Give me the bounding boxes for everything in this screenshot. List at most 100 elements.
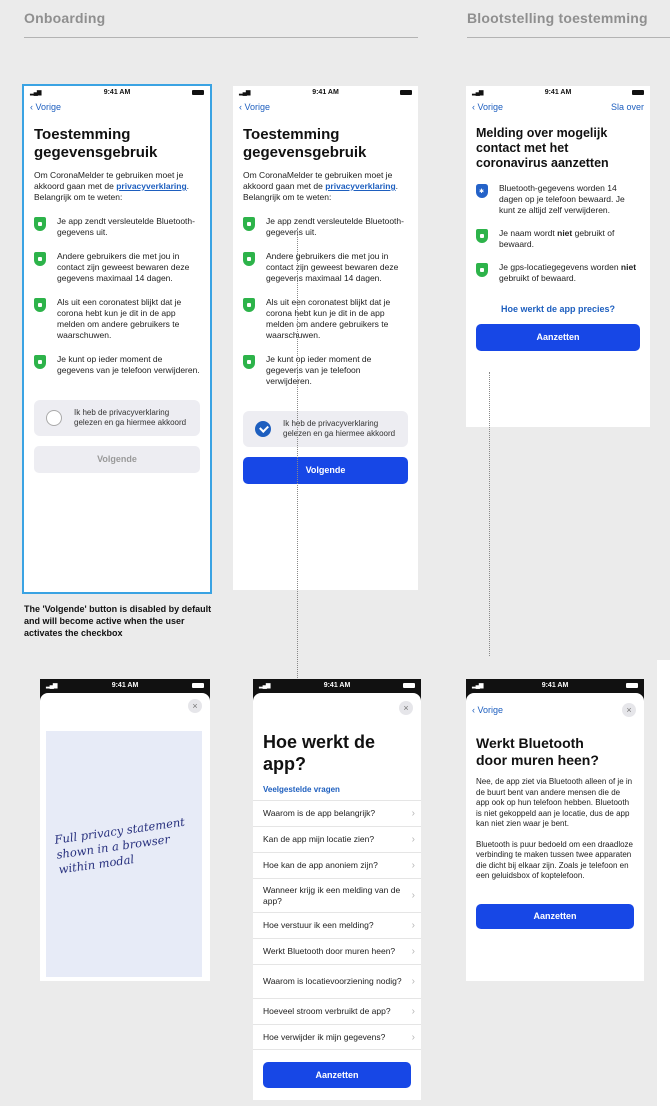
back-button[interactable]: ‹ Vorige bbox=[472, 102, 503, 112]
faq-question: Hoeveel stroom verbruikt de app? bbox=[263, 1006, 391, 1016]
back-button[interactable]: ‹ Vorige bbox=[30, 102, 61, 112]
back-label: Vorige bbox=[477, 705, 504, 715]
bullet-text: Je kunt op ieder moment de gegevens van … bbox=[266, 354, 372, 386]
bullet-text: Je naam wordt niet gebruikt of bewaard. bbox=[499, 228, 640, 250]
bullet-text: Als uit een coronatest blijkt dat je cor… bbox=[57, 297, 182, 340]
shield-lock-icon bbox=[476, 263, 488, 277]
section-title-onboarding: Onboarding bbox=[24, 10, 106, 26]
faq-item[interactable]: Waarom is de app belangrijk? › bbox=[253, 800, 421, 826]
answer-paragraph: Bluetooth is puur bedoeld om een draadlo… bbox=[476, 839, 633, 881]
consent-checkbox[interactable] bbox=[46, 410, 62, 426]
faq-item[interactable]: Waarom is locatievoorziening nodig? › bbox=[253, 964, 421, 998]
list-item: Andere gebruikers die met jou in contact… bbox=[24, 251, 210, 284]
bluetooth-shield-icon bbox=[476, 184, 488, 198]
chevron-right-icon: › bbox=[411, 1031, 415, 1043]
battery-icon bbox=[192, 683, 204, 688]
list-item: Andere gebruikers die met jou in contact… bbox=[233, 251, 418, 284]
bullet-text: Je gps-locatiegegevens worden niet gebru… bbox=[499, 262, 640, 284]
status-time: 9:41 AM bbox=[111, 682, 139, 689]
chevron-right-icon: › bbox=[411, 920, 415, 931]
status-time: 9:41 AM bbox=[544, 89, 572, 96]
side-panel-edge bbox=[657, 660, 670, 1106]
status-time: 9:41 AM bbox=[103, 89, 131, 96]
back-button[interactable]: ‹ Vorige bbox=[239, 102, 270, 112]
consent-label: Ik heb de privacyverklaring gelezen en g… bbox=[74, 408, 187, 427]
faq-item[interactable]: Wanneer krijg ik een melding van de app?… bbox=[253, 878, 421, 912]
consent-box[interactable]: Ik heb de privacyverklaring gelezen en g… bbox=[243, 411, 408, 447]
modal-sheet: ‹ Vorige × Werkt Bluetooth door muren he… bbox=[466, 693, 644, 981]
close-icon[interactable]: × bbox=[622, 703, 636, 717]
bullet-part: Je naam wordt bbox=[499, 228, 558, 238]
status-bar: ▂▄▆ 9:41 AM bbox=[40, 679, 210, 693]
status-time: 9:41 AM bbox=[541, 682, 569, 689]
faq-question: Werkt Bluetooth door muren heen? bbox=[263, 946, 396, 956]
bullet-list: Je app zendt versleutelde Bluetooth-gege… bbox=[24, 216, 210, 376]
back-label: Vorige bbox=[244, 102, 271, 112]
battery-icon bbox=[400, 90, 412, 95]
privacy-link[interactable]: privacyverklaring bbox=[116, 181, 186, 191]
faq-item[interactable]: Werkt Bluetooth door muren heen? › bbox=[253, 938, 421, 964]
faq-item[interactable]: Hoe verwijder ik mijn gegevens? › bbox=[253, 1024, 421, 1050]
shield-lock-icon bbox=[34, 217, 46, 231]
chevron-right-icon: › bbox=[411, 890, 415, 901]
flow-connector bbox=[489, 372, 490, 656]
close-icon[interactable]: × bbox=[188, 699, 202, 713]
faq-question: Kan de app mijn locatie zien? bbox=[263, 834, 375, 844]
back-button[interactable]: ‹ Vorige bbox=[472, 705, 503, 715]
privacy-modal-screen: ▂▄▆ 9:41 AM × Full privacy statement sho… bbox=[40, 679, 210, 981]
enable-button[interactable]: Aanzetten bbox=[476, 903, 634, 929]
faq-item[interactable]: Hoe verstuur ik een melding? › bbox=[253, 912, 421, 938]
faq-item[interactable]: Hoeveel stroom verbruikt de app? › bbox=[253, 998, 421, 1024]
faq-question: Waarom is de app belangrijk? bbox=[263, 808, 376, 818]
page-title: Werkt Bluetooth door muren heen? bbox=[466, 735, 644, 769]
list-item: Als uit een coronatest blijkt dat je cor… bbox=[233, 297, 418, 341]
bullet-list: Bluetooth-gegevens worden 14 dagen op je… bbox=[466, 183, 650, 284]
skip-button[interactable]: Sla over bbox=[611, 102, 644, 112]
faq-question: Wanneer krijg ik een melding van de app? bbox=[263, 884, 401, 906]
nav-bar: ‹ Vorige Sla over bbox=[466, 100, 650, 116]
battery-icon bbox=[626, 683, 638, 688]
page-title: Toestemming gegevensgebruik bbox=[233, 126, 418, 162]
next-button[interactable]: Volgende bbox=[243, 457, 408, 484]
privacy-link[interactable]: privacyverklaring bbox=[325, 181, 395, 191]
status-time: 9:41 AM bbox=[312, 89, 339, 96]
bluetooth-answer-screen: ▂▄▆ 9:41 AM ‹ Vorige × Werkt Bluetooth d… bbox=[466, 679, 644, 981]
list-item: Bluetooth-gegevens worden 14 dagen op je… bbox=[466, 183, 650, 216]
how-it-works-link[interactable]: Hoe werkt de app precies? bbox=[466, 304, 650, 314]
list-item: Je naam wordt niet gebruikt of bewaard. bbox=[466, 228, 650, 250]
consent-label: Ik heb de privacyverklaring gelezen en g… bbox=[283, 419, 396, 438]
nav-bar: ‹ Vorige bbox=[233, 100, 418, 116]
faq-item[interactable]: Hoe kan de app anoniem zijn? › bbox=[253, 852, 421, 878]
section-divider bbox=[467, 37, 670, 38]
faq-list: Waarom is de app belangrijk? › Kan de app… bbox=[253, 800, 421, 1050]
title-line: gegevensgebruik bbox=[243, 144, 367, 161]
title-line: Toestemming bbox=[243, 126, 340, 143]
consent-box[interactable]: Ik heb de privacyverklaring gelezen en g… bbox=[34, 400, 200, 436]
status-bar: ▂▄▆ 9:41 AM bbox=[466, 86, 650, 100]
faq-screen: ▂▄▆ 9:41 AM × Hoe werkt de app? Veelgest… bbox=[253, 679, 421, 1100]
faq-question: Waarom is locatievoorziening nodig? bbox=[263, 976, 402, 986]
battery-icon bbox=[192, 90, 204, 95]
enable-button[interactable]: Aanzetten bbox=[476, 324, 640, 351]
title-line: gegevensgebruik bbox=[34, 144, 158, 161]
back-label: Vorige bbox=[35, 102, 62, 112]
bullet-text: Je app zendt versleutelde Bluetooth-gege… bbox=[266, 216, 404, 237]
close-icon[interactable]: × bbox=[399, 701, 413, 715]
status-time: 9:41 AM bbox=[323, 682, 351, 689]
chevron-right-icon: › bbox=[411, 1006, 415, 1017]
enable-button[interactable]: Aanzetten bbox=[263, 1062, 411, 1088]
answer-paragraph: Nee, de app ziet via Bluetooth alleen of… bbox=[476, 777, 633, 828]
bullet-text: Als uit een coronatest blijkt dat je cor… bbox=[266, 297, 391, 340]
faq-heading: Veelgestelde vragen bbox=[263, 785, 340, 794]
bullet-emphasis: niet bbox=[620, 262, 637, 272]
shield-lock-icon bbox=[243, 252, 255, 266]
consent-checkbox-checked[interactable] bbox=[255, 421, 271, 437]
title-line: Werkt Bluetooth bbox=[476, 735, 584, 751]
faq-item[interactable]: Kan de app mijn locatie zien? › bbox=[253, 826, 421, 852]
shield-lock-icon bbox=[34, 355, 46, 369]
shield-lock-icon bbox=[243, 355, 255, 369]
chevron-right-icon: › bbox=[411, 976, 415, 987]
next-button-disabled[interactable]: Volgende bbox=[34, 446, 200, 473]
nav-bar: ‹ Vorige bbox=[466, 703, 644, 719]
nav-bar: ‹ Vorige bbox=[24, 100, 210, 116]
